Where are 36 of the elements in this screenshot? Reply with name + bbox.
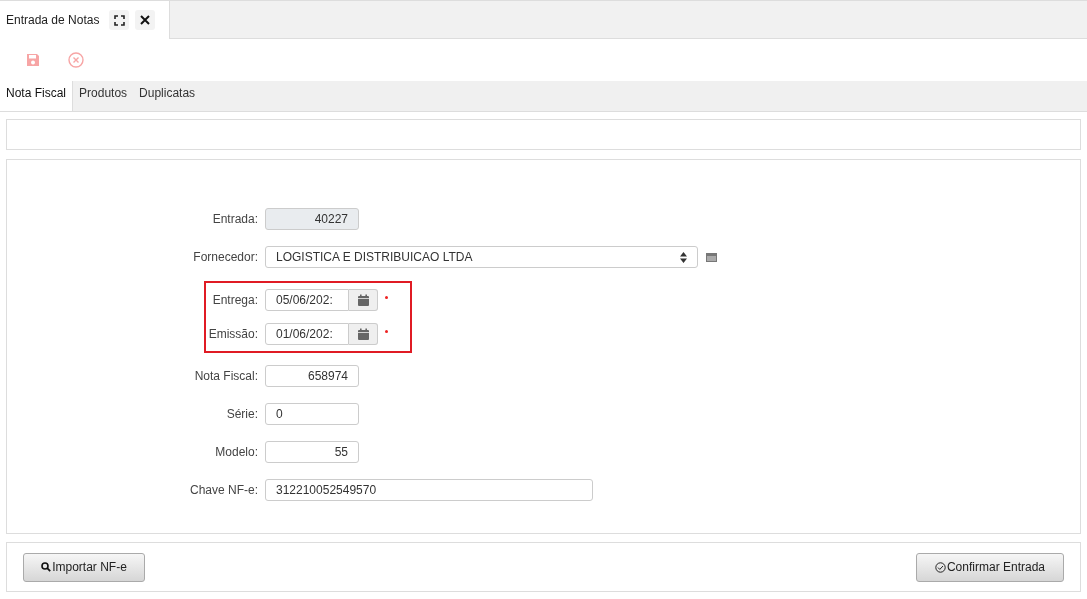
input-field[interactable]: 312210052549570	[265, 479, 593, 501]
field-label: Entrega:	[211, 293, 259, 307]
field-label: Nota Fiscal:	[193, 369, 259, 383]
tab[interactable]: Duplicatas	[133, 81, 202, 111]
tab[interactable]: Produtos	[73, 81, 134, 111]
input-field[interactable]: 55	[265, 441, 359, 463]
calendar-icon	[356, 293, 370, 307]
calendar-button[interactable]	[349, 289, 378, 311]
field-label: Emissão:	[207, 327, 259, 341]
check-circle-icon	[934, 561, 946, 573]
input-field[interactable]: 0	[265, 403, 359, 425]
field-label: Chave NF-e:	[188, 483, 259, 497]
search-icon	[41, 562, 52, 572]
maximize-button[interactable]	[109, 10, 130, 30]
card-icon[interactable]	[706, 252, 717, 262]
field-label: Fornecedor:	[192, 250, 259, 264]
cancel-icon	[68, 52, 84, 68]
supplier-dropdown[interactable]: LOGISTICA E DISTRIBUICAO LTDA	[265, 246, 698, 268]
field-label: Entrada:	[211, 212, 259, 226]
confirm-button[interactable]: Confirmar Entrada	[915, 552, 1064, 582]
window-title: Entrada de Notas	[6, 13, 100, 27]
save-icon	[26, 53, 40, 67]
window-tab[interactable]: Entrada de Notas	[0, 1, 170, 39]
sort-caret-icon	[680, 251, 687, 263]
close-button[interactable]	[135, 10, 156, 30]
calendar-icon	[356, 327, 370, 341]
field-label: Série:	[225, 407, 259, 421]
date-field[interactable]: 01/06/202:	[265, 323, 349, 345]
input-field[interactable]: 658974	[265, 365, 359, 387]
maximize-icon	[113, 14, 125, 26]
calendar-button[interactable]	[349, 323, 378, 345]
close-icon	[140, 15, 151, 25]
import-button[interactable]: Importar NF-e	[23, 552, 145, 582]
date-field[interactable]: 05/06/202:	[265, 289, 349, 311]
tab[interactable]: Nota Fiscal	[0, 81, 74, 111]
field-label: Modelo:	[214, 445, 259, 459]
